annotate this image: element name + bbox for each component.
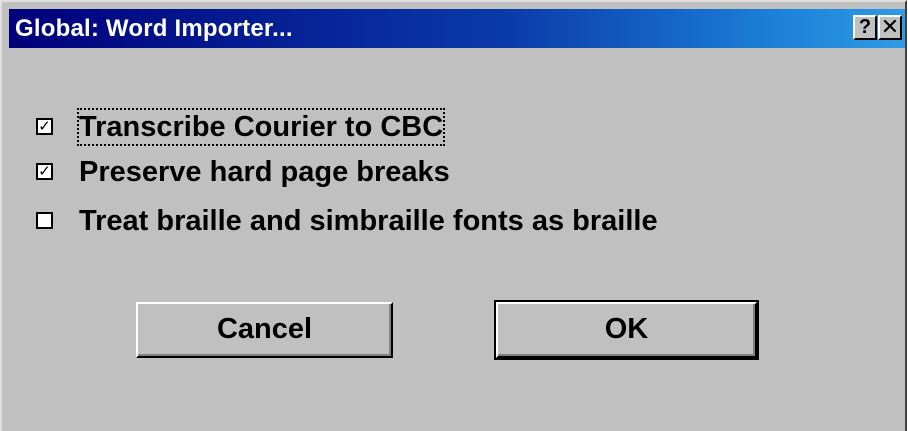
checkbox-treat-braille-fonts[interactable] [36,212,53,229]
close-button[interactable]: ✕ [878,15,902,40]
dialog-window: Global: Word Importer... ? ✕ ✓ Transcrib… [0,0,907,431]
help-icon: ? [858,16,872,38]
title-bar[interactable]: Global: Word Importer... ? ✕ [9,9,905,48]
check-mark-icon: ✓ [38,118,51,135]
window-title: Global: Word Importer... [15,15,293,42]
label-transcribe-courier[interactable]: Transcribe Courier to CBC [76,108,446,146]
close-icon: ✕ [880,14,900,39]
help-button[interactable]: ? [853,15,877,40]
checkbox-transcribe-courier[interactable]: ✓ [36,118,53,135]
label-treat-braille-fonts[interactable]: Treat braille and simbraille fonts as br… [79,204,658,238]
ok-button[interactable]: OK [494,300,759,360]
checkbox-preserve-page-breaks[interactable]: ✓ [36,163,53,180]
check-mark-icon: ✓ [38,163,51,180]
cancel-button[interactable]: Cancel [136,302,393,358]
label-preserve-page-breaks[interactable]: Preserve hard page breaks [79,155,450,189]
